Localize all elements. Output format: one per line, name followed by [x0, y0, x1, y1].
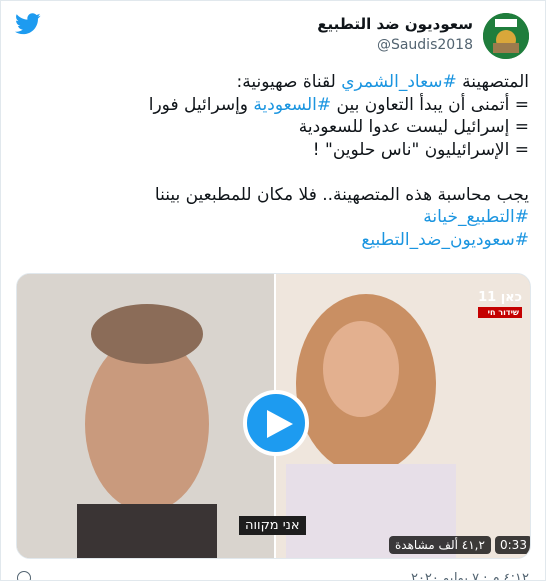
video-caption: אני מקווה [239, 516, 306, 535]
tweet-line3-text: = إسرائيل ليست عدوا للسعودية [298, 117, 529, 137]
tweet-line2-text-b: وإسرائيل فورا [148, 94, 254, 115]
view-count-badge: ٤١,٢ ألف مشاهدة [389, 536, 491, 554]
tweet-line4-text: = الإسرائيليون "ناس حلوين" ! [312, 139, 529, 160]
info-icon[interactable] [17, 571, 31, 580]
play-icon [267, 410, 293, 438]
hashtag-link[interactable]: #السعودية [253, 95, 331, 115]
tweet-line1-text-b: لقناة صهيونية: [236, 72, 342, 92]
tweet-text: المتصهينة #سعاد_الشمري لقناة صهيونية: = … [19, 71, 529, 251]
tweet-line2-text: = أتمنى أن يبدأ التعاون بين [331, 94, 529, 115]
man-video-frame-icon [17, 274, 274, 558]
play-button[interactable] [243, 390, 309, 456]
video-left-pane [17, 274, 274, 558]
avatar[interactable] [483, 13, 529, 59]
channel-logo: כאן 11 שידור חי [478, 290, 522, 318]
author-display-name[interactable]: سعوديون ضد التطبيع [317, 15, 473, 33]
avatar-image-icon [483, 13, 529, 59]
duration-badge: 0:33 [495, 536, 530, 554]
video-player[interactable]: כאן 11 שידור חי אני מקווה ٤١,٢ ألف مشاهد… [16, 273, 531, 559]
hashtag-link[interactable]: #التطبيع_خيانة [423, 207, 529, 227]
channel-name: כאן 11 [478, 290, 522, 305]
twitter-bird-icon[interactable] [15, 13, 41, 35]
tweet-line5-text: يجب محاسبة هذه المتصهينة.. فلا مكان للمط… [154, 184, 529, 205]
author-handle[interactable]: @Saudis2018 [377, 37, 473, 53]
video-right-pane: כאן 11 שידור חי [276, 274, 530, 558]
tweet-line1-text: المتصهينة [456, 72, 529, 92]
tweet-timestamp[interactable]: ٤:١٢ م · ٧ يوليو ٢٠٢٠ [411, 571, 529, 580]
channel-live-label: שידור חי [478, 307, 522, 318]
hashtag-link[interactable]: #سعوديون_ضد_التطبيع [361, 230, 529, 250]
hashtag-link[interactable]: #سعاد_الشمري [341, 72, 457, 92]
tweet-card: سعوديون ضد التطبيع @Saudis2018 المتصهينة… [0, 0, 546, 581]
